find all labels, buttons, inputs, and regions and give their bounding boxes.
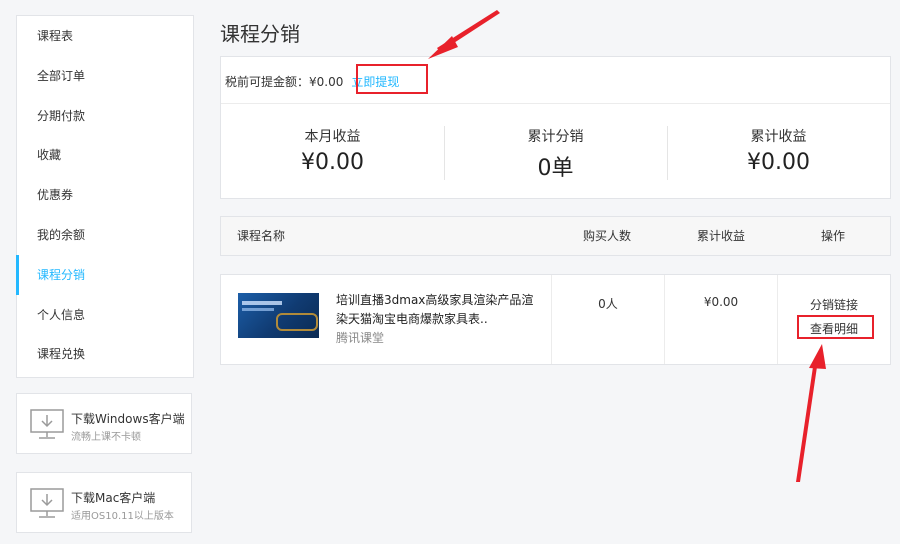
- download-mac-client[interactable]: 下载Mac客户端 适用OS10.11以上版本: [16, 472, 192, 533]
- sidebar-item-distribution[interactable]: 课程分销: [16, 254, 193, 295]
- download-title: 下载Mac客户端: [71, 491, 156, 505]
- course-title[interactable]: 培训直播3dmax高级家具渲染产品渲染天猫淘宝电商爆款家具表..: [336, 291, 536, 329]
- monitor-download-icon: [30, 409, 64, 439]
- stat-value: ¥0.00: [747, 150, 810, 175]
- row-earnings: ¥0.00: [703, 295, 739, 309]
- download-title: 下载Windows客户端: [71, 412, 185, 426]
- withdraw-now-link[interactable]: 立即提现: [351, 75, 399, 89]
- table-header: 课程名称 购买人数 累计收益 操作: [220, 216, 891, 256]
- withdraw-row: 税前可提金额：¥0.00 立即提现: [225, 73, 399, 90]
- distribution-link-button[interactable]: 分销链接: [777, 296, 891, 313]
- course-thumbnail[interactable]: [238, 293, 319, 338]
- column-divider: [551, 275, 552, 364]
- stat-value: 0单: [537, 156, 574, 181]
- column-header-earnings: 累计收益: [697, 229, 746, 243]
- column-header-buyers: 购买人数: [583, 229, 632, 243]
- withdraw-amount-label: 税前可提金额：¥0.00: [225, 75, 344, 89]
- monitor-download-icon: [30, 488, 64, 518]
- view-details-button[interactable]: 查看明细: [777, 320, 891, 337]
- course-source: 腾讯课堂: [336, 331, 385, 345]
- sidebar-item-redeem[interactable]: 课程兑换: [17, 334, 193, 374]
- sidebar-item-orders[interactable]: 全部订单: [17, 56, 193, 96]
- arrow-shaft-bottom: [796, 360, 818, 482]
- column-header-course: 课程名称: [237, 229, 286, 243]
- column-divider: [664, 275, 665, 364]
- stat-total-distribution: 累计分销 0单: [444, 126, 667, 182]
- stat-label: 本月收益: [304, 129, 361, 145]
- stat-monthly-earnings: 本月收益 ¥0.00: [221, 126, 444, 175]
- sidebar-item-schedule[interactable]: 课程表: [17, 16, 193, 56]
- stat-total-earnings: 累计收益 ¥0.00: [667, 126, 890, 175]
- sidebar: 课程表 全部订单 分期付款 收藏 优惠券 我的余额 课程分销 个人信息 课程兑换: [16, 15, 194, 378]
- sidebar-item-balance[interactable]: 我的余额: [17, 215, 193, 255]
- stat-value: ¥0.00: [301, 150, 364, 175]
- download-subtitle: 流畅上课不卡顿: [71, 432, 141, 443]
- stat-label: 累计分销: [527, 129, 584, 145]
- stat-label: 累计收益: [750, 129, 807, 145]
- page-title: 课程分销: [220, 22, 300, 46]
- sidebar-item-favorites[interactable]: 收藏: [17, 135, 193, 175]
- arrow-shaft-top: [437, 10, 500, 52]
- divider: [221, 103, 890, 104]
- sidebar-item-profile[interactable]: 个人信息: [17, 295, 193, 335]
- summary-card: 税前可提金额：¥0.00 立即提现 本月收益 ¥0.00 累计分销 0单 累计收益…: [220, 56, 891, 199]
- buyers-count: 0人: [598, 297, 618, 311]
- table-row: 培训直播3dmax高级家具渲染产品渲染天猫淘宝电商爆款家具表.. 腾讯课堂 0人…: [220, 274, 891, 365]
- column-header-actions: 操作: [821, 229, 846, 243]
- download-windows-client[interactable]: 下载Windows客户端 流畅上课不卡顿: [16, 393, 192, 454]
- sidebar-item-installments[interactable]: 分期付款: [17, 96, 193, 136]
- download-subtitle: 适用OS10.11以上版本: [71, 511, 174, 522]
- sidebar-item-coupons[interactable]: 优惠券: [17, 175, 193, 215]
